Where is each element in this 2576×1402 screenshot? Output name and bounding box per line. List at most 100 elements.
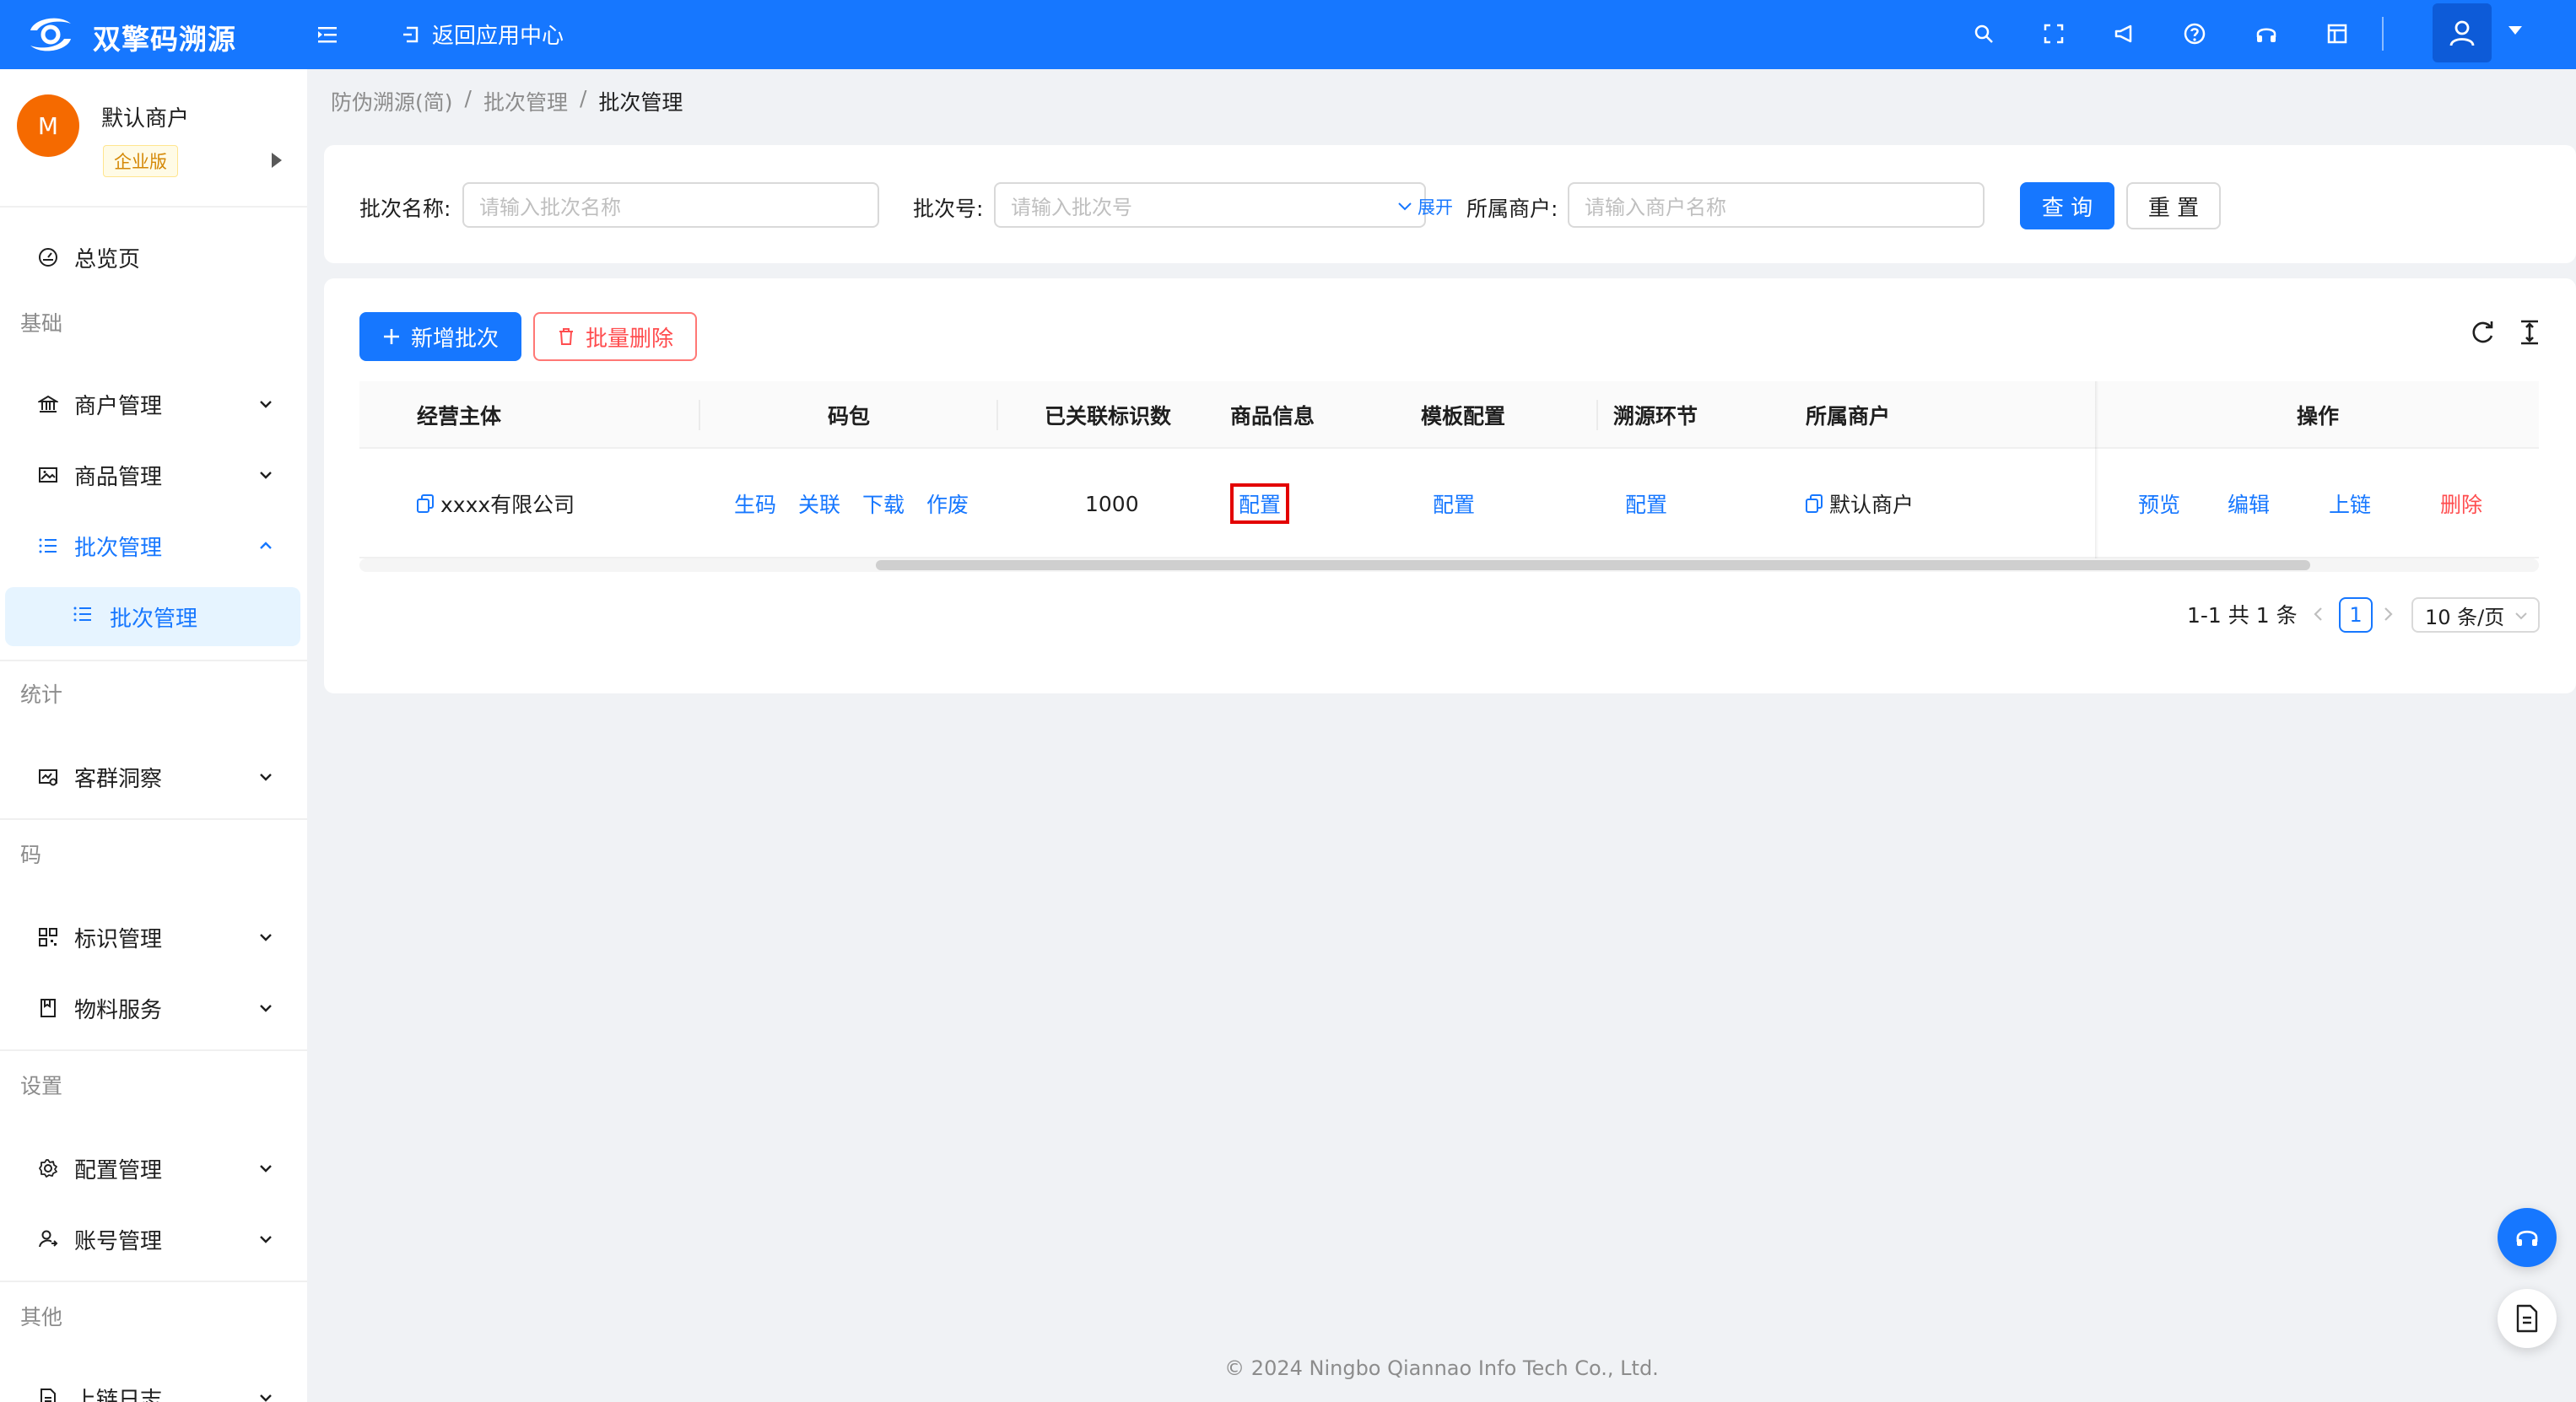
copy-icon[interactable] (417, 494, 434, 513)
chevron-down-icon (260, 1165, 272, 1173)
copy-icon[interactable] (1806, 494, 1823, 513)
column-height-icon[interactable] (2514, 317, 2545, 348)
sidebar-item-label: 商户管理 (74, 393, 163, 419)
group-label-other: 其他 (20, 1305, 63, 1329)
chevron-down-icon (2515, 612, 2527, 620)
announcement-icon[interactable] (2109, 19, 2140, 49)
sidebar-item-customer-insight[interactable]: 客群洞察 (0, 747, 307, 806)
horizontal-scrollbar[interactable] (359, 558, 2539, 572)
sidebar-item-overview[interactable]: 总览页 (0, 228, 307, 287)
edit-link[interactable]: 编辑 (2228, 488, 2270, 519)
sidebar-subitem-batch-mgmt[interactable]: 批次管理 (5, 587, 300, 646)
header-divider (2382, 17, 2384, 51)
picture-icon (37, 464, 59, 486)
sidebar-item-id-mgmt[interactable]: 标识管理 (0, 908, 307, 967)
customer-service-button[interactable] (2498, 1208, 2557, 1267)
divider (0, 660, 307, 661)
sidebar-item-product-mgmt[interactable]: 商品管理 (0, 445, 307, 504)
breadcrumb-item[interactable]: 批次管理 (483, 86, 568, 116)
breadcrumb-current: 批次管理 (598, 90, 683, 115)
void-link[interactable]: 作废 (926, 488, 969, 519)
sidebar-item-config-mgmt[interactable]: 配置管理 (0, 1139, 307, 1198)
column-header: 模板配置 (1421, 404, 1506, 429)
sidebar-item-label: 商品管理 (74, 464, 163, 490)
merchant-name: 默认商户 (101, 106, 190, 132)
cell-trace-step: 配置 (1625, 449, 1667, 558)
scrollbar-thumb[interactable] (876, 560, 2310, 570)
help-icon[interactable] (2179, 19, 2210, 49)
product-info-config-link[interactable]: 配置 (1230, 483, 1290, 524)
user-switch-icon (37, 1228, 59, 1250)
page-1-button[interactable]: 1 (2339, 597, 2373, 633)
back-to-app-center[interactable]: 返回应用中心 (402, 19, 564, 50)
edition-badge: 企业版 (103, 145, 178, 177)
add-batch-button[interactable]: 新增批次 (359, 312, 521, 361)
breadcrumb-separator: / (579, 86, 587, 111)
sidebar-item-account-mgmt[interactable]: 账号管理 (0, 1210, 307, 1269)
sidebar-item-merchant-mgmt[interactable]: 商户管理 (0, 375, 307, 434)
group-label-basic: 基础 (20, 311, 63, 336)
reload-icon[interactable] (2467, 317, 2498, 348)
delete-link[interactable]: 删除 (2440, 488, 2482, 519)
plus-icon (383, 329, 399, 344)
document-button[interactable] (2498, 1289, 2557, 1348)
on-chain-link[interactable]: 上链 (2329, 488, 2371, 519)
chevron-right-icon[interactable] (2383, 606, 2395, 623)
sidebar-item-material-service[interactable]: 物料服务 (0, 979, 307, 1038)
layout-icon[interactable] (2322, 19, 2352, 49)
breadcrumb-item[interactable]: 防伪溯源(简) (331, 86, 453, 116)
chevron-down-icon (260, 1236, 272, 1243)
table-header: 经营主体 码包 已关联标识数 商品信息 模板配置 溯源环节 所属商户 操作 (359, 381, 2539, 449)
chevron-down-icon (260, 774, 272, 781)
preview-link-wrap: 预览 (2138, 449, 2180, 558)
merchant-text: 默认商户 (1829, 493, 1914, 517)
chevron-down-icon (260, 934, 272, 941)
qrcode-icon (37, 926, 59, 948)
pagination-summary: 1-1 共 1 条 (2187, 603, 2298, 628)
setting-icon (37, 1157, 59, 1179)
sidebar: M 默认商户 企业版 总览页 基础 商户管理 商品管理 批次管理 批次管理 统计… (0, 69, 307, 1402)
caret-down-icon[interactable] (2508, 25, 2523, 35)
search-icon[interactable] (1968, 19, 1999, 49)
download-link[interactable]: 下载 (862, 488, 905, 519)
cell-template-config: 配置 (1433, 449, 1475, 558)
column-header: 所属商户 (1806, 404, 1891, 429)
user-icon (2449, 20, 2475, 46)
associate-link[interactable]: 关联 (798, 488, 840, 519)
headset-icon[interactable] (2251, 19, 2282, 49)
page-size-select[interactable]: 10 条/页 (2411, 597, 2540, 633)
expand-label: 展开 (1418, 197, 1453, 218)
sidebar-item-chain-log[interactable]: 上链日志 (0, 1368, 307, 1402)
template-config-link[interactable]: 配置 (1433, 488, 1475, 519)
column-header: 经营主体 (417, 404, 502, 429)
fullscreen-icon[interactable] (2039, 19, 2069, 49)
user-avatar[interactable] (2433, 3, 2492, 62)
group-label-stats: 统计 (20, 682, 63, 707)
expand-toggle[interactable]: 展开 (1397, 194, 1453, 219)
generate-code-link[interactable]: 生码 (734, 488, 776, 519)
sidebar-item-label: 物料服务 (74, 997, 163, 1023)
chevron-left-icon[interactable] (2312, 606, 2324, 623)
breadcrumb: 防伪溯源(简) / 批次管理 / 批次管理 (331, 86, 683, 116)
brand-logo (30, 18, 71, 51)
batch-no-input[interactable]: 请输入批次号 (994, 182, 1426, 228)
reset-button[interactable]: 重 置 (2126, 182, 2221, 229)
batch-delete-button[interactable]: 批量删除 (533, 312, 697, 361)
edit-link-wrap: 编辑 (2228, 449, 2270, 558)
search-form: 批次名称: 请输入批次名称 批次号: 请输入批次号 所属商户: 请输入商户名称 … (324, 145, 2576, 263)
batch-name-input[interactable]: 请输入批次名称 (462, 182, 879, 228)
query-button[interactable]: 查 询 (2020, 182, 2114, 229)
menu-fold-icon[interactable] (315, 22, 340, 47)
merchant-input[interactable]: 请输入商户名称 (1568, 182, 1985, 228)
list-icon (73, 604, 93, 630)
cell-linked-count: 1000 (1085, 491, 1139, 516)
back-label: 返回应用中心 (432, 24, 564, 49)
sidebar-item-batch-mgmt[interactable]: 批次管理 (0, 516, 307, 575)
preview-link[interactable]: 预览 (2138, 488, 2180, 519)
column-header: 溯源环节 (1613, 404, 1698, 429)
caret-right-icon[interactable] (272, 153, 282, 168)
page-size-value: 10 条/页 (2425, 605, 2505, 629)
cell-merchant: 默认商户 (1806, 449, 1914, 558)
trace-step-config-link[interactable]: 配置 (1625, 488, 1667, 519)
headset-icon (2516, 1230, 2538, 1246)
